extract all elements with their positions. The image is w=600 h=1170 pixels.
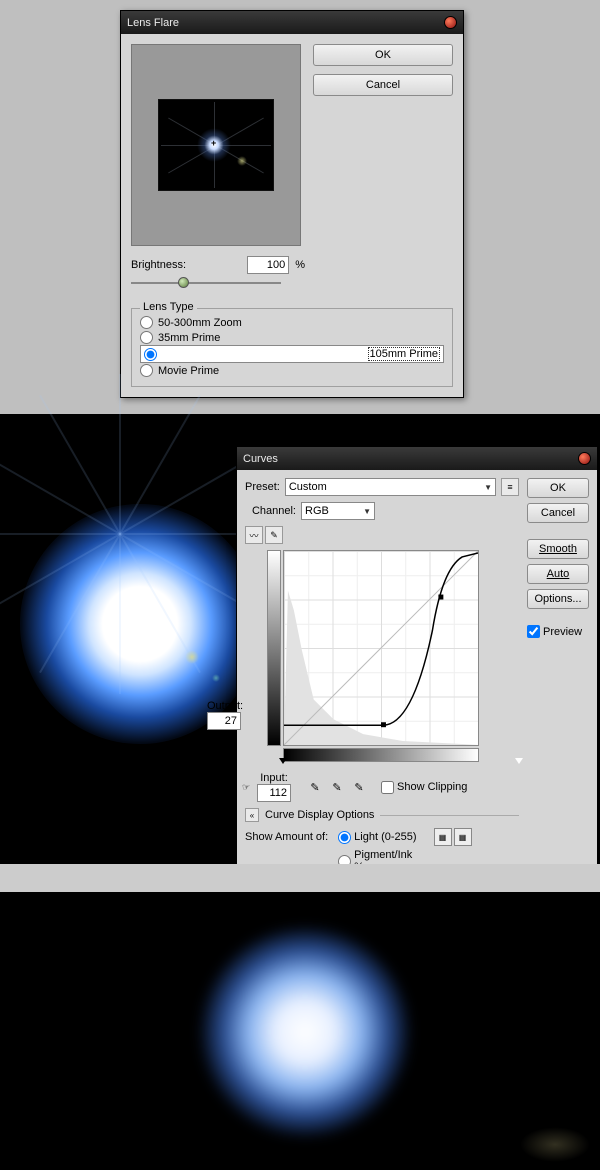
brightness-input[interactable]: [247, 256, 289, 274]
hand-tool-icon[interactable]: ☞: [237, 778, 255, 796]
ok-button[interactable]: OK: [527, 478, 589, 498]
lens-type-35mm[interactable]: 35mm Prime: [140, 330, 444, 345]
input-gradient: [283, 748, 479, 762]
brightness-label: Brightness:: [131, 259, 186, 271]
flare-ghost: [520, 1127, 590, 1162]
options-button[interactable]: Options...: [527, 589, 589, 609]
preview-checkbox[interactable]: Preview: [527, 625, 589, 638]
flare-preview[interactable]: +: [131, 44, 301, 246]
lens-type-movie[interactable]: Movie Prime: [140, 363, 444, 378]
crosshair-icon[interactable]: +: [211, 138, 216, 148]
brightness-unit: %: [295, 259, 305, 271]
preset-menu-icon[interactable]: ≡: [501, 478, 519, 496]
auto-button[interactable]: Auto: [527, 564, 589, 584]
lens-type-title: Lens Type: [140, 301, 197, 313]
grid-fine-icon[interactable]: ▦: [454, 828, 472, 846]
input-label: Input:: [257, 772, 291, 784]
output-label: Output:: [207, 700, 245, 712]
display-options-label: Curve Display Options: [265, 809, 374, 821]
channel-select[interactable]: RGB▼: [301, 502, 375, 520]
white-point-slider[interactable]: [515, 758, 523, 764]
collapse-icon[interactable]: «: [245, 808, 259, 822]
close-icon[interactable]: [444, 16, 457, 29]
lens-flare-titlebar[interactable]: Lens Flare: [121, 11, 463, 34]
lens-type-50-300[interactable]: 50-300mm Zoom: [140, 315, 444, 330]
smooth-button[interactable]: Smooth: [527, 539, 589, 559]
cancel-button[interactable]: Cancel: [527, 503, 589, 523]
preset-select[interactable]: Custom▼: [285, 478, 496, 496]
preset-label: Preset:: [245, 481, 280, 493]
output-input[interactable]: [207, 712, 241, 730]
lens-flare-dialog: Lens Flare + Brightness: %: [120, 10, 464, 398]
gray-eyedropper-icon[interactable]: ✎: [329, 779, 345, 795]
dialog-title: Curves: [243, 453, 278, 465]
black-eyedropper-icon[interactable]: ✎: [307, 779, 323, 795]
pencil-tool-icon[interactable]: ✎: [265, 526, 283, 544]
white-eyedropper-icon[interactable]: ✎: [351, 779, 367, 795]
dialog-title: Lens Flare: [127, 17, 179, 29]
curves-graph[interactable]: [283, 550, 479, 746]
flare-result: [200, 927, 410, 1137]
curves-titlebar[interactable]: Curves: [237, 447, 597, 470]
input-input[interactable]: [257, 784, 291, 802]
light-radio[interactable]: Light (0-255): [338, 831, 423, 844]
ok-button[interactable]: OK: [313, 44, 453, 66]
cancel-button[interactable]: Cancel: [313, 74, 453, 96]
lens-type-105mm[interactable]: 105mm Prime: [140, 345, 444, 363]
channel-label: Channel:: [250, 505, 296, 517]
show-amount-label: Show Amount of:: [245, 831, 328, 843]
output-gradient: [267, 550, 281, 746]
close-icon[interactable]: [578, 452, 591, 465]
show-clipping-checkbox[interactable]: Show Clipping: [381, 781, 467, 794]
black-point-slider[interactable]: [279, 758, 287, 764]
lens-type-group: Lens Type 50-300mm Zoom 35mm Prime 105mm…: [131, 308, 453, 387]
curve-tool-icon[interactable]: 〰: [245, 526, 263, 544]
brightness-slider[interactable]: [131, 276, 281, 290]
grid-coarse-icon[interactable]: ▦: [434, 828, 452, 846]
